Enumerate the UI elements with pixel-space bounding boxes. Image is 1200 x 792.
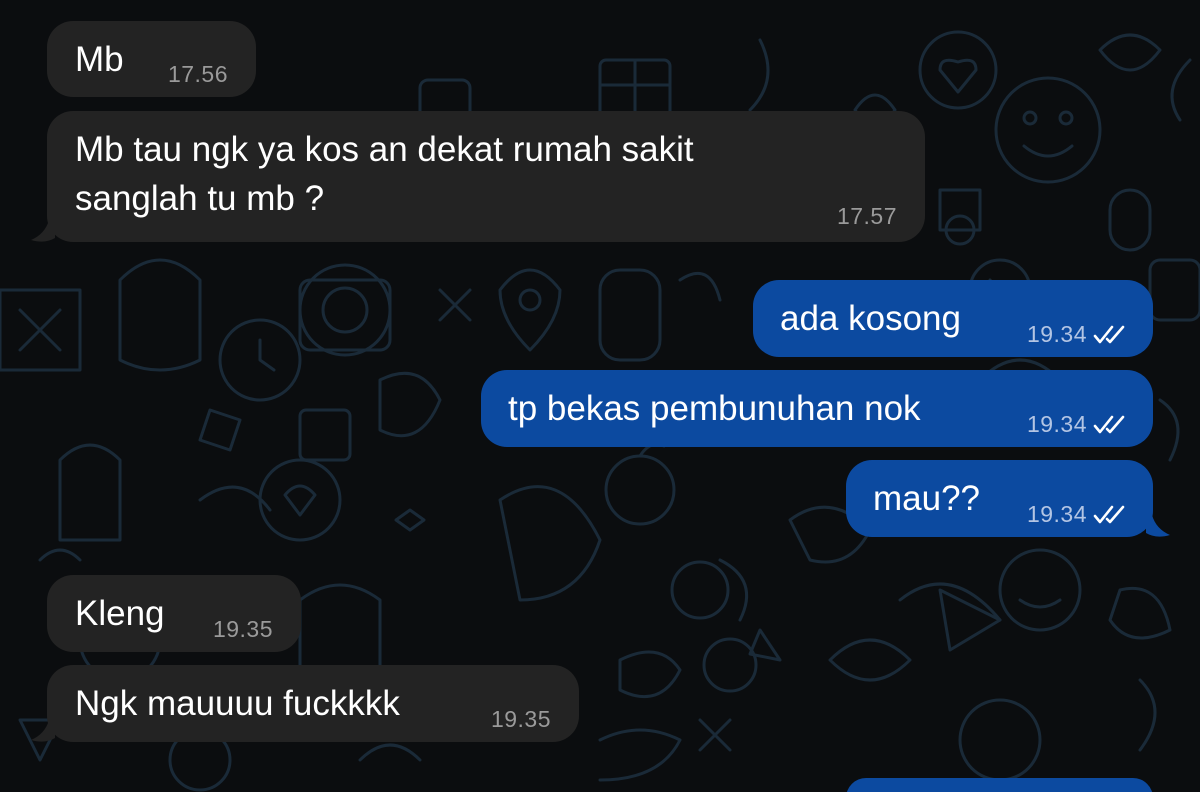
message-text: ada kosong [780,299,961,338]
message-time: 17.56 [167,61,228,87]
read-receipt-icon [1093,505,1125,524]
message-text: Ngk mauuuu fuckkkk [75,684,400,723]
outgoing-message-bubble-partial[interactable] [846,778,1153,792]
message-time: 19.34 [1026,321,1087,347]
outgoing-message-bubble[interactable]: mau?? 19.34 [846,460,1153,537]
message-text: Mb tau ngk ya kos an dekat rumah sakit s… [75,130,694,218]
bubble-tail [1146,515,1170,537]
bubble-tail [31,220,55,242]
message-time: 19.35 [490,706,551,732]
outgoing-message-bubble[interactable]: ada kosong 19.34 [753,280,1153,357]
outgoing-message-bubble[interactable]: tp bekas pembunuhan nok 19.34 [481,370,1153,447]
message-text: mau?? [873,479,981,518]
incoming-message-bubble[interactable]: Mb 17.56 [47,21,256,97]
read-receipt-icon [1093,415,1125,434]
incoming-message-bubble[interactable]: Kleng 19.35 [47,575,301,652]
message-time: 17.57 [836,203,897,229]
read-receipt-icon [1093,325,1125,344]
bubble-tail [31,720,55,742]
message-text: Kleng [75,594,165,633]
message-text: Mb [75,40,124,79]
chat-screen[interactable]: Mb 17.56 Mb tau ngk ya kos an dekat ruma… [0,0,1200,792]
message-time: 19.35 [212,616,273,642]
incoming-message-bubble[interactable]: Ngk mauuuu fuckkkk 19.35 [47,665,579,742]
incoming-message-bubble[interactable]: Mb tau ngk ya kos an dekat rumah sakit s… [47,111,925,242]
message-time: 19.34 [1026,501,1087,527]
message-time: 19.34 [1026,411,1087,437]
message-text: tp bekas pembunuhan nok [508,389,921,428]
